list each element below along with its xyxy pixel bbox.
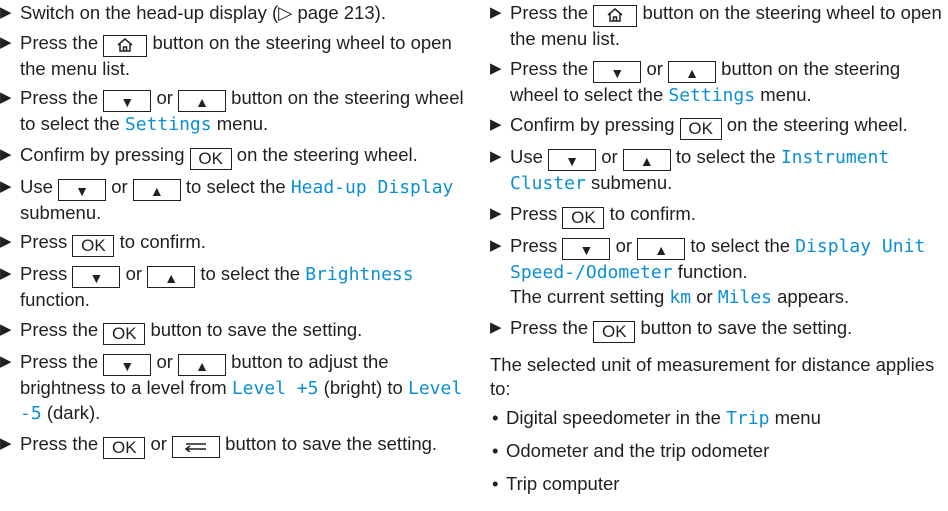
down-arrow-button: ▼ — [103, 90, 152, 112]
up-arrow-button: ▲ — [178, 90, 227, 112]
up-arrow-icon: ▲ — [149, 182, 164, 199]
list-item: ▶ Press the OK button to save the settin… — [490, 316, 853, 343]
step-marker: ▶ — [0, 434, 12, 452]
step-marker: ▶ — [490, 204, 502, 222]
up-arrow-icon: ▲ — [195, 357, 209, 374]
back-icon — [184, 442, 207, 452]
step-marker: ▶ — [0, 33, 12, 51]
down-arrow-button: ▼ — [562, 237, 611, 260]
ok-button: OK — [72, 235, 115, 257]
list-item: ▶ Press ▼ or ▲ to select the Brightness … — [0, 263, 414, 310]
ok-button: OK — [679, 118, 722, 140]
step-marker: ▶ — [0, 145, 12, 163]
down-arrow-icon: ▼ — [579, 241, 594, 258]
function-name: Brightness — [305, 264, 414, 285]
list-item: ▶ Use ▼ or ▲ to select the Instrument Cl… — [490, 146, 890, 194]
up-arrow-button: ▲ — [178, 353, 227, 376]
step-marker: ▶ — [490, 4, 502, 21]
back-button — [172, 435, 221, 458]
down-arrow-icon: ▼ — [610, 64, 625, 81]
bullet-item: • Odometer and the trip odometer — [490, 439, 946, 464]
step-marker: ▶ — [0, 320, 12, 338]
step-marker: ▶ — [490, 236, 502, 254]
step-marker: ▶ — [0, 233, 12, 250]
list-item: ▶ Confirm by pressing OK on the steering… — [0, 143, 418, 170]
home-icon — [607, 8, 623, 22]
down-arrow-icon: ▼ — [120, 94, 135, 110]
up-arrow-icon: ▲ — [685, 64, 699, 81]
ok-button: OK — [562, 206, 605, 229]
down-arrow-button: ▼ — [72, 266, 121, 288]
step-marker: ▶ — [490, 148, 502, 165]
up-arrow-button: ▲ — [622, 149, 671, 171]
down-arrow-button: ▼ — [103, 353, 152, 376]
up-arrow-button: ▲ — [668, 60, 717, 83]
menu-name: Settings — [124, 114, 212, 135]
list-item: ▶ Press ▼ or ▲ to select the Display Uni… — [490, 234, 926, 309]
up-arrow-button: ▲ — [637, 237, 686, 260]
list-item: ▶ Press the button on the steering wheel… — [0, 31, 452, 79]
home-button — [103, 34, 148, 57]
list-item: ▶ Press the ▼ or ▲ button on the steerin… — [490, 57, 901, 106]
list-item: ▶ Press OK to confirm. — [0, 231, 206, 257]
home-button — [593, 5, 638, 27]
down-arrow-icon: ▼ — [565, 153, 579, 169]
step-marker: ▶ — [490, 59, 502, 77]
up-arrow-icon: ▲ — [164, 270, 179, 286]
unit-km: km — [669, 287, 692, 308]
list-item: ▶ Press OK to confirm. — [490, 202, 696, 229]
step-marker: ▶ — [490, 318, 502, 336]
list-item: ▶ Switch on the head-up display (▷ page … — [0, 1, 470, 26]
submenu-name: Head-up Display — [290, 176, 454, 198]
ok-button: OK — [593, 320, 636, 343]
menu-name: Settings — [668, 84, 756, 106]
step-marker: ▶ — [0, 89, 12, 106]
unit-miles: Miles — [717, 287, 772, 308]
bullet-dot: • — [492, 440, 499, 461]
ok-button: OK — [103, 322, 146, 345]
ok-button: OK — [103, 436, 146, 459]
bullet-item: • Digital speedometer in the Trip menu — [492, 406, 821, 429]
down-arrow-button: ▼ — [548, 149, 597, 171]
list-item: ▶ Use ▼ or ▲ to select the Head-up Displ… — [0, 175, 454, 223]
list-item: ▶ Press the button on the steering wheel… — [490, 2, 942, 49]
up-arrow-button: ▲ — [132, 178, 181, 201]
note-text: The selected unit of measurement for dis… — [490, 353, 935, 400]
list-item: ▶ Press the ▼ or ▲ button on the steerin… — [0, 87, 464, 135]
down-arrow-button: ▼ — [593, 60, 642, 83]
step-marker: ▶ — [0, 177, 12, 195]
step-marker: ▶ — [0, 265, 12, 282]
level-value: Level +5 — [231, 377, 319, 399]
list-item: ▶ Press the OK or button to save the set… — [0, 432, 438, 459]
step-marker: ▶ — [0, 352, 12, 370]
up-arrow-icon: ▲ — [195, 94, 209, 110]
bullet-dot: • — [492, 472, 499, 494]
right-column: ▶ Press the button on the steering wheel… — [490, 1, 946, 504]
step-marker: ▶ — [490, 116, 502, 133]
down-arrow-icon: ▼ — [120, 357, 135, 374]
left-column: ▶ Switch on the head-up display (▷ page … — [0, 1, 470, 464]
up-arrow-icon: ▲ — [639, 153, 654, 169]
bullet-item: • Trip computer — [490, 472, 946, 497]
up-arrow-icon: ▲ — [654, 241, 669, 258]
down-arrow-icon: ▼ — [89, 270, 104, 286]
up-arrow-button: ▲ — [147, 266, 196, 288]
down-arrow-button: ▼ — [58, 178, 107, 201]
home-icon — [117, 37, 133, 52]
list-item: ▶ Press the ▼ or ▲ button to adjust the … — [0, 350, 463, 425]
down-arrow-icon: ▼ — [75, 182, 89, 199]
ok-button: OK — [189, 147, 232, 170]
bullet-dot: • — [492, 406, 499, 428]
list-item: ▶ Confirm by pressing OK on the steering… — [490, 114, 908, 140]
list-item: ▶ Press the OK button to save the settin… — [0, 318, 363, 345]
menu-name: Trip — [726, 407, 770, 429]
step-marker: ▶ — [0, 4, 12, 21]
